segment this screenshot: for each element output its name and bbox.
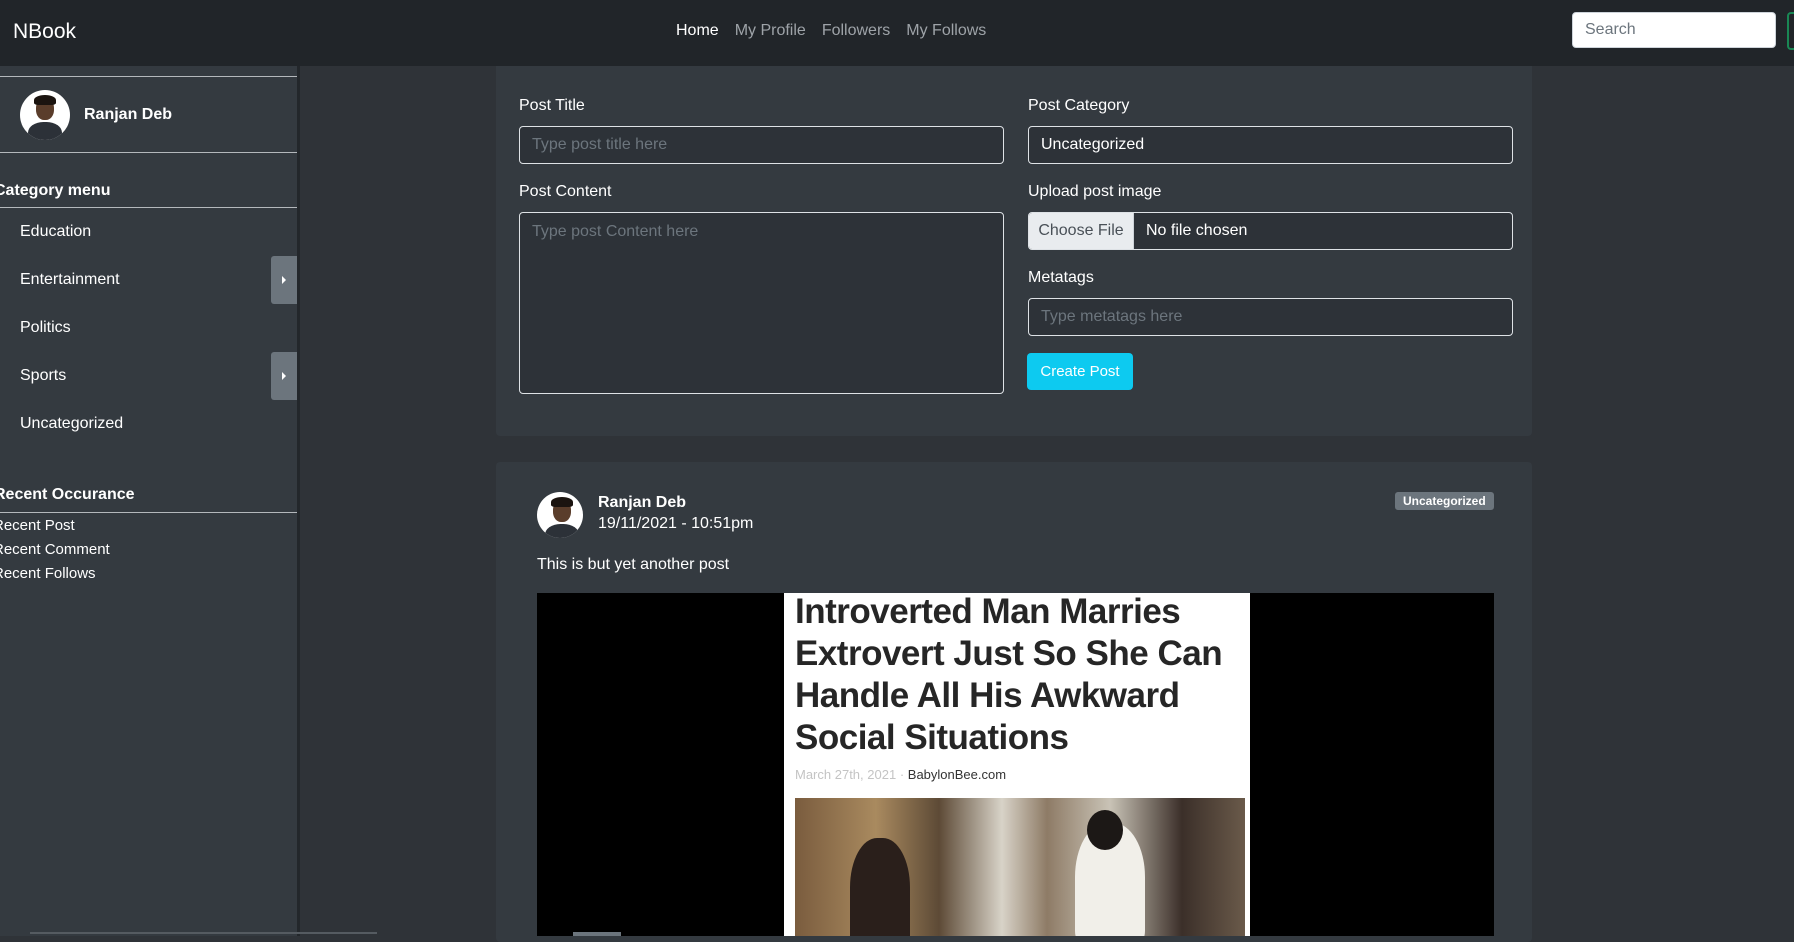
scrollbar-thumb[interactable] bbox=[573, 932, 621, 936]
sidebar-divider bbox=[0, 207, 297, 208]
caret-right-icon bbox=[282, 372, 286, 380]
post-author-avatar[interactable] bbox=[537, 492, 583, 538]
upload-image-input[interactable]: Choose File No file chosen bbox=[1028, 212, 1513, 250]
sidebar-divider bbox=[0, 512, 297, 513]
upload-image-label: Upload post image bbox=[1028, 183, 1162, 200]
choose-file-button[interactable]: Choose File bbox=[1029, 213, 1134, 249]
caret-right-icon bbox=[282, 276, 286, 284]
submenu-toggle-entertainment[interactable] bbox=[271, 256, 297, 304]
sidebar-divider bbox=[0, 76, 297, 77]
post-image[interactable]: Introverted Man Marries Extrovert Just S… bbox=[537, 593, 1494, 936]
search-button-edge[interactable] bbox=[1787, 12, 1794, 50]
post-content-label: Post Content bbox=[519, 183, 612, 200]
post-category-value: Uncategorized bbox=[1041, 136, 1145, 153]
post-title-input[interactable] bbox=[519, 126, 1004, 164]
category-item-sports[interactable]: Sports bbox=[20, 367, 66, 385]
profile-name: Ranjan Deb bbox=[84, 106, 173, 123]
nav-my-profile[interactable]: My Profile bbox=[735, 22, 806, 40]
category-item-uncategorized[interactable]: Uncategorized bbox=[20, 415, 123, 433]
post-timestamp: 19/11/2021 - 10:51pm bbox=[598, 515, 754, 532]
meme-article-image: Introverted Man Marries Extrovert Just S… bbox=[784, 593, 1250, 936]
nav-home[interactable]: Home bbox=[676, 22, 719, 40]
navbar: NBook Home My Profile Followers My Follo… bbox=[0, 0, 1794, 66]
category-item-politics[interactable]: Politics bbox=[20, 319, 71, 337]
metatags-input[interactable] bbox=[1028, 298, 1513, 336]
post-title-label: Post Title bbox=[519, 97, 585, 114]
horizontal-scrollbar[interactable] bbox=[30, 932, 377, 934]
file-status-text: No file chosen bbox=[1146, 222, 1248, 239]
meme-headline: Introverted Man Marries Extrovert Just S… bbox=[795, 593, 1223, 757]
post-author-name[interactable]: Ranjan Deb bbox=[598, 494, 686, 512]
recent-post-link[interactable]: Recent Post bbox=[0, 517, 75, 534]
nav-links: Home My Profile Followers My Follows bbox=[676, 22, 986, 40]
sidebar: Ranjan Deb Category menu Education Enter… bbox=[0, 66, 300, 936]
metatags-label: Metatags bbox=[1028, 269, 1094, 286]
meme-separator: · bbox=[899, 767, 905, 782]
recent-comment-link[interactable]: Recent Comment bbox=[0, 541, 110, 558]
brand-logo[interactable]: NBook bbox=[13, 20, 76, 44]
recent-occurance-title: Recent Occurance bbox=[0, 486, 135, 503]
post-category-badge: Uncategorized bbox=[1395, 492, 1494, 510]
submenu-toggle-sports[interactable] bbox=[271, 352, 297, 400]
post-category-select[interactable]: Uncategorized bbox=[1028, 126, 1513, 164]
recent-follows-link[interactable]: Recent Follows bbox=[0, 565, 96, 582]
category-item-entertainment[interactable]: Entertainment bbox=[20, 271, 120, 289]
avatar bbox=[20, 90, 70, 140]
nav-my-follows[interactable]: My Follows bbox=[906, 22, 986, 40]
category-item-education[interactable]: Education bbox=[20, 223, 91, 241]
nav-followers[interactable]: Followers bbox=[822, 22, 890, 40]
post-body-text: This is but yet another post bbox=[537, 556, 730, 573]
meme-date: March 27th, 2021 bbox=[795, 767, 897, 782]
meme-meta: March 27th, 2021 · BabylonBee.com bbox=[795, 767, 1006, 782]
sidebar-divider bbox=[0, 152, 297, 153]
meme-photo bbox=[795, 798, 1245, 936]
post-content-textarea[interactable] bbox=[519, 212, 1004, 394]
create-post-button[interactable]: Create Post bbox=[1027, 353, 1133, 390]
search-input[interactable] bbox=[1572, 12, 1776, 48]
meme-site: BabylonBee.com bbox=[907, 767, 1007, 782]
category-menu-title: Category menu bbox=[0, 182, 111, 199]
post-category-label: Post Category bbox=[1028, 97, 1130, 114]
sidebar-profile[interactable]: Ranjan Deb bbox=[20, 90, 172, 140]
